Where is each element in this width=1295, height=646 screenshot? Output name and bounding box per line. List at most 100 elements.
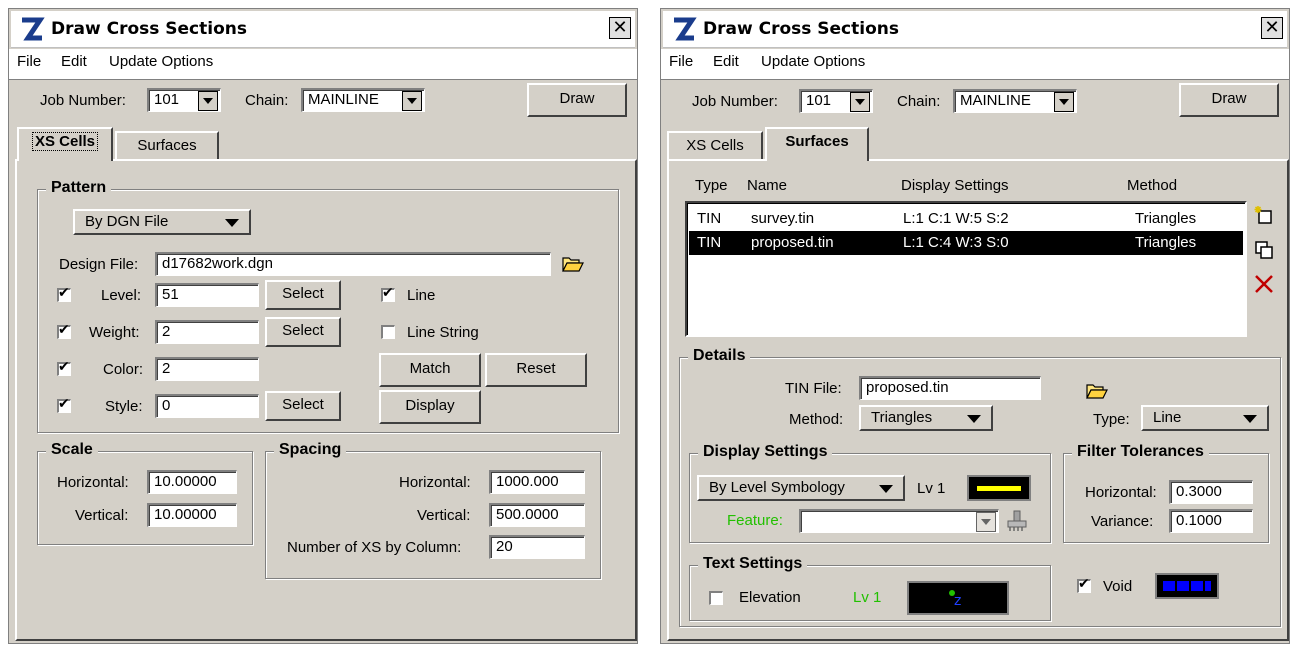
color-field[interactable]: 2 — [155, 357, 259, 381]
filter-variance-label: Variance: — [1091, 513, 1154, 530]
swatch-line — [977, 486, 1021, 491]
chevron-down-icon — [879, 485, 893, 493]
void-checkbox[interactable] — [1077, 576, 1091, 593]
menu-edit[interactable]: Edit — [61, 53, 87, 70]
type-label: Type: — [1093, 411, 1130, 428]
add-surface-icon[interactable] — [1253, 205, 1275, 227]
tab-xs-cells[interactable]: XS Cells — [17, 127, 113, 161]
menu-file[interactable]: File — [17, 53, 41, 70]
method-dropdown[interactable]: Triangles — [859, 405, 993, 431]
details-title: Details — [688, 347, 751, 365]
text-sample-icon: z — [949, 590, 961, 609]
list-item[interactable]: TIN survey.tin L:1 C:1 W:5 S:2 Triangles — [689, 207, 1243, 231]
tab-xs-cells[interactable]: XS Cells — [667, 131, 763, 161]
filter-variance-field[interactable]: 0.1000 — [1169, 509, 1253, 533]
weight-field[interactable]: 2 — [155, 320, 259, 344]
header-display-settings: Display Settings — [901, 177, 1009, 194]
menu-update-options[interactable]: Update Options — [761, 53, 865, 70]
weight-select-button[interactable]: Select — [265, 317, 341, 347]
elevation-checkbox[interactable] — [709, 591, 723, 605]
columns-field[interactable]: 20 — [489, 535, 585, 559]
tab-surfaces[interactable]: Surfaces — [765, 127, 869, 161]
pattern-title: Pattern — [46, 179, 112, 197]
void-label: Void — [1103, 578, 1133, 595]
header-type: Type — [695, 177, 728, 194]
chevron-down-icon[interactable] — [1054, 92, 1074, 112]
tin-file-field[interactable]: proposed.tin — [859, 376, 1041, 400]
job-number-select[interactable]: 101 — [799, 89, 873, 113]
folder-open-icon[interactable] — [1085, 381, 1109, 401]
chevron-down-icon[interactable] — [850, 92, 870, 112]
spacing-vertical-field[interactable]: 500.0000 — [489, 503, 585, 527]
chain-label: Chain: — [245, 92, 289, 109]
chevron-down-icon[interactable] — [976, 512, 996, 532]
design-file-field[interactable]: d17682work.dgn — [155, 252, 551, 276]
scale-vertical-field[interactable]: 10.00000 — [147, 503, 237, 527]
filter-horizontal-field[interactable]: 0.3000 — [1169, 480, 1253, 504]
scale-horizontal-field[interactable]: 10.00000 — [147, 470, 237, 494]
color-checkbox[interactable] — [57, 359, 71, 376]
left-window: Draw Cross Sections ✕ File Edit Update O… — [8, 8, 638, 644]
elevation-label: Elevation — [739, 589, 801, 606]
void-symbology-swatch[interactable] — [1155, 573, 1219, 599]
feature-select[interactable] — [799, 509, 999, 533]
line-label: Line — [407, 287, 436, 304]
level-field[interactable]: 51 — [155, 283, 259, 307]
job-number-select[interactable]: 101 — [147, 88, 221, 112]
weight-checkbox[interactable] — [57, 322, 71, 339]
chevron-down-icon — [1243, 415, 1257, 423]
display-symbology-swatch[interactable] — [967, 475, 1031, 501]
line-string-label: Line String — [407, 324, 479, 341]
close-button[interactable]: ✕ — [609, 17, 631, 39]
chevron-down-icon — [967, 415, 981, 423]
style-field[interactable]: 0 — [155, 394, 259, 418]
menu-edit[interactable]: Edit — [713, 53, 739, 70]
level-select-button[interactable]: Select — [265, 280, 341, 310]
title-bar: Draw Cross Sections ✕ — [663, 11, 1287, 48]
header-name: Name — [747, 177, 788, 194]
style-checkbox[interactable] — [57, 396, 71, 413]
list-item-selected[interactable]: TIN proposed.tin L:1 C:4 W:3 S:0 Triangl… — [689, 231, 1243, 255]
folder-open-icon[interactable] — [561, 254, 585, 274]
line-checkbox[interactable] — [381, 285, 395, 302]
text-settings-title: Text Settings — [698, 555, 808, 573]
chain-select[interactable]: MAINLINE — [953, 89, 1077, 113]
draw-button[interactable]: Draw — [1179, 83, 1279, 117]
pattern-mode-dropdown[interactable]: By DGN File — [73, 209, 251, 235]
app-logo-icon — [671, 16, 697, 42]
delete-surface-icon[interactable] — [1253, 273, 1275, 295]
menu-update-options[interactable]: Update Options — [109, 53, 213, 70]
type-dropdown[interactable]: Line — [1141, 405, 1269, 431]
text-level-label: Lv 1 — [853, 589, 882, 606]
spacing-horizontal-field[interactable]: 1000.000 — [489, 470, 585, 494]
level-label: Level: — [101, 287, 142, 304]
feature-label: Feature: — [727, 512, 783, 529]
weight-label: Weight: — [89, 324, 140, 341]
void-swatch-fill — [1163, 581, 1211, 591]
chain-select[interactable]: MAINLINE — [301, 88, 425, 112]
tab-surfaces[interactable]: Surfaces — [115, 131, 219, 161]
display-mode-dropdown[interactable]: By Level Symbology — [697, 475, 905, 501]
app-logo-icon — [19, 16, 45, 42]
feature-picker-icon[interactable] — [1005, 509, 1029, 533]
color-label: Color: — [103, 361, 144, 378]
copy-surface-icon[interactable] — [1253, 239, 1275, 261]
line-string-checkbox[interactable] — [381, 325, 395, 339]
chevron-down-icon[interactable] — [402, 91, 422, 111]
design-file-label: Design File: — [59, 256, 139, 273]
job-number-label: Job Number: — [692, 93, 778, 110]
level-checkbox[interactable] — [57, 285, 71, 302]
style-select-button[interactable]: Select — [265, 391, 341, 421]
menu-file[interactable]: File — [669, 53, 693, 70]
draw-button[interactable]: Draw — [527, 83, 627, 117]
text-symbology-swatch[interactable]: z — [907, 581, 1009, 615]
display-button[interactable]: Display — [379, 390, 481, 424]
chevron-down-icon[interactable] — [198, 91, 218, 111]
reset-button[interactable]: Reset — [485, 353, 587, 387]
right-window: Draw Cross Sections ✕ File Edit Update O… — [660, 8, 1290, 644]
menu-bar: File Edit Update Options — [9, 49, 637, 80]
match-button[interactable]: Match — [379, 353, 481, 387]
surfaces-list[interactable]: TIN survey.tin L:1 C:1 W:5 S:2 Triangles… — [685, 201, 1247, 337]
close-button[interactable]: ✕ — [1261, 17, 1283, 39]
style-label: Style: — [105, 398, 143, 415]
